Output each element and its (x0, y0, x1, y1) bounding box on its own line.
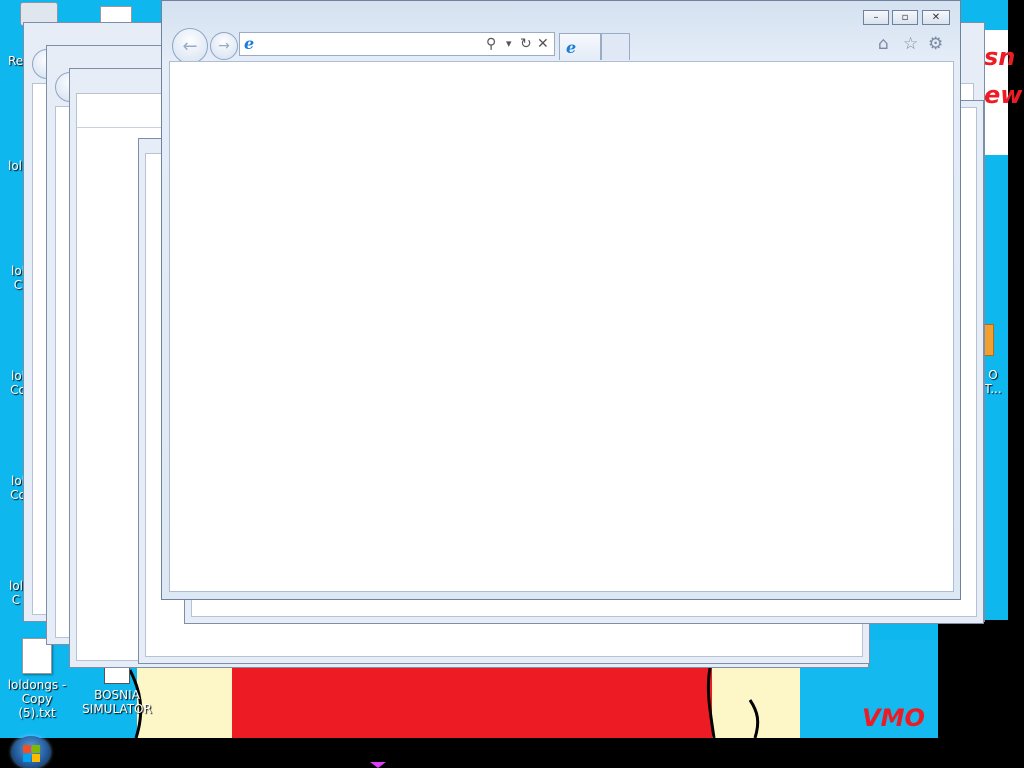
gear-icon[interactable]: ⚙ (928, 35, 943, 53)
start-orb-icon[interactable] (12, 736, 50, 768)
desktop-icon-label: BOSNIA SIMULATOR (82, 688, 152, 716)
desktop-icon-label: Re (8, 54, 24, 68)
wallpaper-text-top-right: sn ew (984, 38, 1022, 114)
ie-logo-icon: e (244, 34, 255, 53)
wallpaper-drawing-lines (128, 667, 760, 739)
minimize-button[interactable]: – (863, 10, 889, 25)
taskbar-indicator (370, 762, 386, 768)
new-tab-button[interactable] (601, 33, 630, 60)
search-icon[interactable]: ⚲ (486, 36, 496, 52)
ie-logo-icon: e (566, 38, 577, 57)
address-bar[interactable]: e ⚲ ▾ ↻ ✕ (239, 32, 555, 56)
back-arrow-icon: ← (182, 35, 198, 57)
forward-arrow-icon: → (218, 38, 230, 54)
forward-button[interactable]: → (210, 32, 238, 60)
back-button[interactable]: ← (172, 28, 208, 64)
favorites-star-icon[interactable]: ☆ (903, 35, 918, 53)
wallpaper-text-bottom: VMO (862, 704, 925, 732)
flag-segment (23, 745, 31, 753)
desktop-icon-recycle[interactable]: Re (8, 54, 23, 68)
flag-segment (32, 745, 40, 753)
shortcut-icon (104, 666, 130, 684)
desktop-icon-label: lol C (8, 579, 23, 607)
wallpaper-text-line: ew (984, 81, 1023, 109)
desktop-icon-label: loldongs - Copy (5).txt (7, 678, 67, 720)
tab-blank[interactable]: e (559, 33, 601, 60)
flag-segment (23, 754, 31, 762)
restore-button[interactable]: ▫ (892, 10, 918, 25)
page-content[interactable] (169, 61, 954, 592)
internet-explorer-window[interactable]: – ▫ ✕ ← → e ⚲ ▾ ↻ ✕ e ⌂ ☆ ⚙ (161, 0, 961, 600)
chevron-down-icon[interactable]: ▾ (506, 36, 512, 52)
refresh-icon[interactable]: ↻ (520, 36, 532, 52)
stop-icon[interactable]: ✕ (537, 36, 549, 52)
home-icon[interactable]: ⌂ (878, 35, 889, 53)
close-button[interactable]: ✕ (922, 10, 950, 25)
flag-segment (32, 754, 40, 762)
desktop-icon-bosnia-simulator[interactable]: BOSNIA SIMULATOR (80, 666, 154, 716)
taskbar (0, 738, 1024, 768)
desktop-icon[interactable]: lol C (8, 579, 24, 607)
desktop-icon-loldongs[interactable]: loldongs - Copy (5).txt (4, 638, 70, 720)
desktop-icon-label: lol (8, 159, 23, 173)
wallpaper-text-line: sn (984, 43, 1016, 71)
desktop-icon[interactable]: lol (8, 159, 22, 173)
